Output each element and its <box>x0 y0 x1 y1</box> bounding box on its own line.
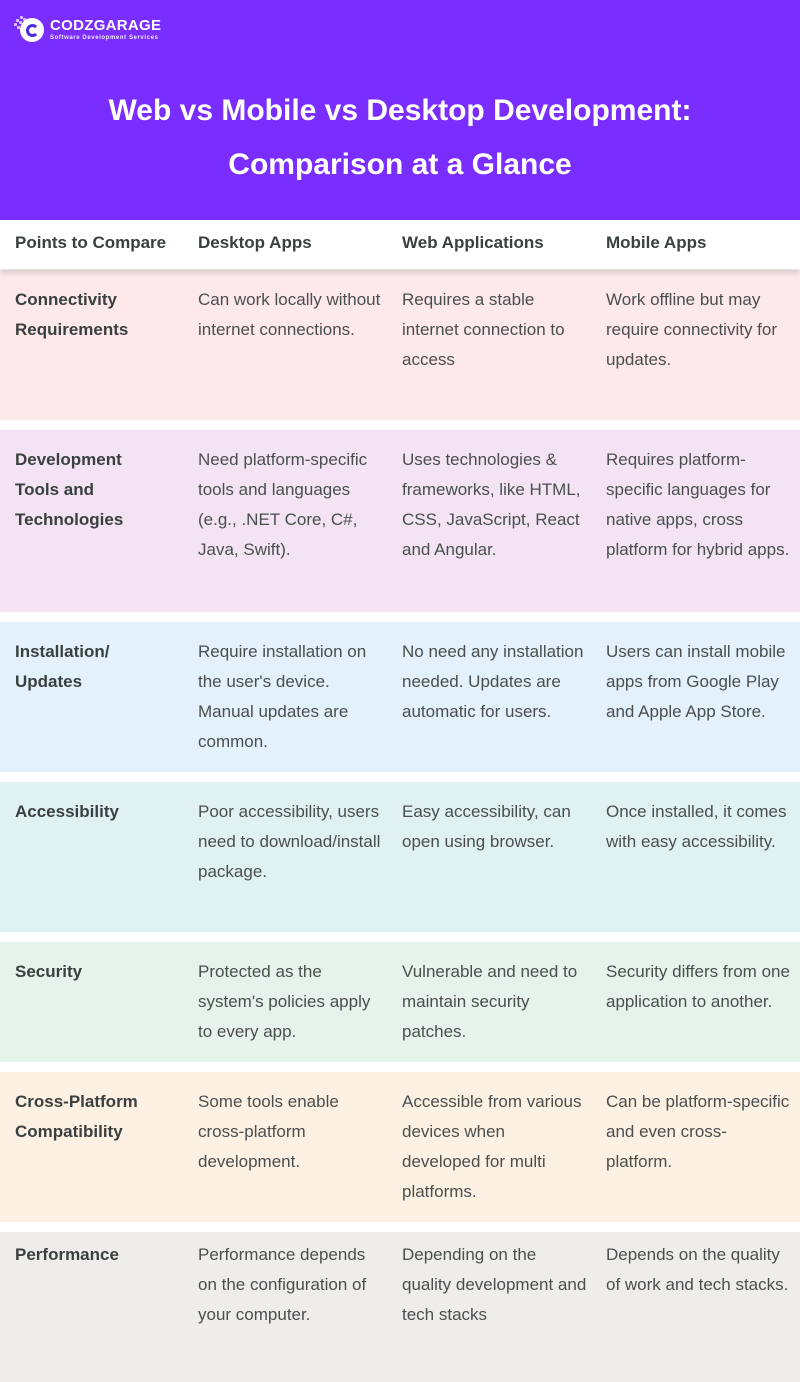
row-label: Cross-Platform Compatibility <box>15 1092 138 1141</box>
brand-name: CODZGARAGE <box>50 17 162 34</box>
title-line-1: Web vs Mobile vs Desktop Development: <box>108 94 692 127</box>
brand-logo[interactable]: CODZGARAGE Software Development Services <box>14 15 161 45</box>
cell-desktop: Some tools enable cross-platform develop… <box>198 1092 339 1171</box>
cell-mobile: Security differs from one application to… <box>606 962 790 1011</box>
cell-mobile: Users can install mobile apps from Googl… <box>606 642 786 721</box>
row-label: Accessibility <box>15 802 119 821</box>
cell-mobile: Once installed, it comes with easy acces… <box>606 802 787 851</box>
table-row-performance: Performance Performance depends on the c… <box>0 1232 800 1382</box>
title-line-2: Comparison at a Glance <box>228 148 572 181</box>
cell-web: No need any installation needed. Updates… <box>402 642 584 721</box>
cell-desktop: Poor accessibility, users need to downlo… <box>198 802 381 881</box>
cell-web: Accessible from various devices when dev… <box>402 1092 582 1201</box>
header-desktop-apps: Desktop Apps <box>198 233 312 252</box>
cell-desktop: Can work locally without internet connec… <box>198 290 381 339</box>
page-title: Web vs Mobile vs Desktop Development: Co… <box>0 84 800 192</box>
cell-mobile: Requires platform-specific languages for… <box>606 450 790 559</box>
table-row-connectivity: Connectivity Requirements Can work local… <box>0 270 800 420</box>
row-label: Performance <box>15 1245 119 1264</box>
cell-web: Vulnerable and need to maintain security… <box>402 962 578 1041</box>
row-label: Installation/ Updates <box>15 642 110 691</box>
table-row-cross-platform: Cross-Platform Compatibility Some tools … <box>0 1072 800 1222</box>
cell-desktop: Require installation on the user's devic… <box>198 642 367 751</box>
header-web-applications: Web Applications <box>402 233 544 252</box>
header-points-to-compare: Points to Compare <box>15 233 167 252</box>
table-header: Points to Compare Desktop Apps Web Appli… <box>0 220 800 269</box>
header-mobile-apps: Mobile Apps <box>606 233 707 252</box>
cell-web: Requires a stable internet connection to… <box>402 290 565 369</box>
cell-mobile: Depends on the quality of work and tech … <box>606 1245 789 1294</box>
table-row-dev-tools: Development Tools and Technologies Need … <box>0 430 800 612</box>
cell-desktop: Performance depends on the configuration… <box>198 1245 367 1324</box>
table-row-installation: Installation/ Updates Require installati… <box>0 622 800 772</box>
row-label: Development Tools and Technologies <box>15 450 124 529</box>
cell-mobile: Work offline but may require connectivit… <box>606 290 778 369</box>
table-row-security: Security Protected as the system's polic… <box>0 942 800 1062</box>
cell-desktop: Protected as the system's policies apply… <box>198 962 371 1041</box>
row-label: Security <box>15 962 83 981</box>
brand-tagline: Software Development Services <box>50 35 159 41</box>
table-row-accessibility: Accessibility Poor accessibility, users … <box>0 782 800 932</box>
cell-desktop: Need platform-specific tools and languag… <box>198 450 368 559</box>
logo-icon <box>14 15 46 45</box>
cell-web: Depending on the quality development and… <box>402 1245 587 1324</box>
row-label: Connectivity Requirements <box>15 290 129 339</box>
header-banner: CODZGARAGE Software Development Services… <box>0 0 800 220</box>
cell-mobile: Can be platform-specific and even cross-… <box>606 1092 790 1171</box>
cell-web: Uses technologies & frameworks, like HTM… <box>402 450 581 559</box>
cell-web: Easy accessibility, can open using brows… <box>402 802 571 851</box>
